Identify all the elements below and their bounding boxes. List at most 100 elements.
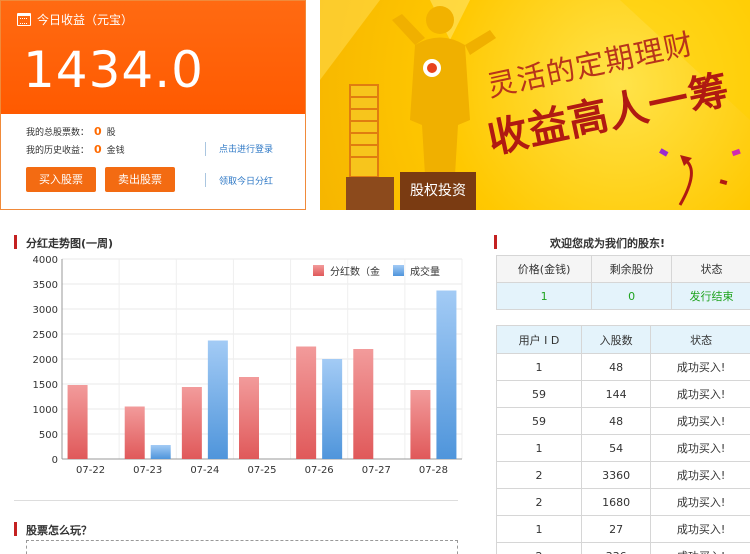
- table-row: 2336成功买入!: [496, 542, 750, 554]
- bar-dividend: [181, 387, 202, 459]
- issue-price: 1: [495, 282, 593, 310]
- legend-label: 成交量: [410, 265, 440, 278]
- earnings-value: 1434.0: [23, 41, 204, 99]
- y-tick-label: 1000: [33, 405, 58, 416]
- y-tick-label: 4000: [33, 255, 58, 266]
- table-row: 59 48 成功买入!: [496, 407, 750, 435]
- status-cell: 成功买入!: [650, 515, 750, 543]
- shares-cell: 3360: [580, 461, 652, 489]
- bar-volume: [207, 340, 228, 459]
- sell-stock-button[interactable]: 卖出股票: [105, 167, 175, 192]
- user-id-cell: 2: [496, 542, 582, 554]
- trade-table: 用户 I D 入股数 状态 1 48 成功买入! 59 144 成功买入! 59 48 成功…: [496, 325, 750, 554]
- earnings-card: 今日收益（元宝） 1434.0 我的总股票数： 0 股 我的历史收益： 0 金钱 点击进…: [0, 0, 306, 210]
- status-cell: 成功买入!: [650, 542, 750, 554]
- history-label: 我的历史收益：: [26, 146, 90, 156]
- shares-cell: 54: [580, 434, 652, 462]
- welcome-section-title: 欢迎您成为我们的股东!: [494, 235, 665, 251]
- user-id-cell: 1: [496, 434, 582, 462]
- table-row: 1 48 成功买入!: [496, 353, 750, 381]
- shares-cell: 1680: [580, 488, 652, 516]
- x-tick-label: 07-27: [362, 465, 391, 476]
- bar-volume: [322, 359, 343, 459]
- x-tick-label: 07-26: [305, 465, 334, 476]
- history-earnings-line: 我的历史收益： 0 金钱: [26, 143, 125, 156]
- legend-label: 分红数（金: [330, 265, 380, 278]
- bar-volume: [150, 445, 171, 459]
- status-cell: 成功买入!: [650, 380, 750, 408]
- x-tick-label: 07-24: [190, 465, 219, 476]
- bar-dividend: [67, 385, 88, 459]
- how-to-section-title: 股票怎么玩？: [14, 522, 92, 538]
- issue-header-price: 价格(金钱): [495, 255, 593, 283]
- legend-swatch: [393, 265, 404, 276]
- divider-line: [205, 173, 206, 187]
- status-cell: 成功买入!: [650, 407, 750, 435]
- trade-header-user-id: 用户 I D: [496, 325, 582, 354]
- x-tick-label: 07-23: [133, 465, 162, 476]
- total-shares-label: 我的总股票数：: [26, 128, 90, 138]
- status-cell: 成功买入!: [650, 488, 750, 516]
- banner-tag: 股权投资: [400, 172, 476, 210]
- issue-table: 价格(金钱) 剩余股份 状态 1 0 发行结束: [495, 255, 750, 310]
- earnings-title: 今日收益（元宝）: [17, 11, 133, 28]
- bar-dividend: [353, 349, 374, 459]
- bar-dividend: [124, 406, 145, 459]
- table-row: 2 1680 成功买入!: [496, 488, 750, 516]
- earnings-header: 今日收益（元宝） 1434.0: [1, 1, 305, 114]
- x-tick-label: 07-22: [76, 465, 105, 476]
- y-tick-label: 1500: [33, 380, 58, 391]
- user-id-cell: 2: [496, 488, 582, 516]
- buy-stock-button[interactable]: 买入股票: [26, 167, 96, 192]
- y-tick-label: 2500: [33, 330, 58, 341]
- total-shares-value: 0: [94, 125, 102, 138]
- x-tick-label: 07-25: [247, 465, 276, 476]
- y-tick-label: 3000: [33, 305, 58, 316]
- issue-header-remaining: 剩余股份: [591, 255, 673, 283]
- chart-section-title: 分红走势图(一周): [14, 235, 113, 251]
- how-to-content-box: [26, 540, 458, 554]
- issue-remaining: 0: [591, 282, 673, 310]
- total-shares-line: 我的总股票数： 0 股: [26, 125, 116, 138]
- table-row: 1 54 成功买入!: [496, 434, 750, 462]
- dividend-chart: 0 500 1000 1500 2000 2500 3000 3500 4000 07-22 07-…: [33, 255, 463, 476]
- earnings-title-text: 今日收益（元宝）: [37, 13, 134, 27]
- divider-line: [205, 142, 206, 156]
- table-row: 2 3360 成功买入!: [496, 461, 750, 489]
- status-cell: 成功买入!: [650, 461, 750, 489]
- bar-dividend: [296, 346, 317, 459]
- issue-table-header: 价格(金钱) 剩余股份 状态: [495, 255, 750, 283]
- trade-header-status: 状态: [650, 325, 750, 354]
- x-tick-label: 07-28: [419, 465, 448, 476]
- login-link[interactable]: 点击进行登录: [219, 142, 273, 155]
- bar-volume: [436, 290, 457, 459]
- y-tick-label: 0: [52, 455, 58, 466]
- bar-dividend: [410, 390, 431, 459]
- total-shares-unit: 股: [106, 128, 116, 138]
- claim-dividend-link[interactable]: 领取今日分红: [219, 174, 273, 187]
- y-tick-label: 500: [39, 430, 58, 441]
- history-value: 0: [94, 143, 102, 156]
- section-divider: [14, 500, 458, 501]
- user-id-cell: 1: [496, 515, 582, 543]
- calendar-icon: [17, 13, 31, 26]
- status-cell: 成功买入!: [650, 353, 750, 381]
- bar-dividend: [239, 377, 259, 459]
- issue-table-row: 1 0 发行结束: [495, 282, 750, 310]
- shares-cell: 48: [580, 353, 652, 381]
- shares-cell: 27: [580, 515, 652, 543]
- user-id-cell: 2: [496, 461, 582, 489]
- shares-cell: 144: [580, 380, 652, 408]
- trade-table-header: 用户 I D 入股数 状态: [496, 325, 750, 354]
- shares-cell: 48: [580, 407, 652, 435]
- banner-tag-block: [346, 177, 394, 210]
- issue-header-status: 状态: [671, 255, 750, 283]
- issue-status: 发行结束: [671, 282, 750, 310]
- status-cell: 成功买入!: [650, 434, 750, 462]
- shares-cell: 336: [580, 542, 652, 554]
- user-id-cell: 59: [496, 380, 582, 408]
- user-id-cell: 59: [496, 407, 582, 435]
- promo-banner[interactable]: 灵活的定期理财 收益高人一筹 股权投资: [320, 0, 750, 210]
- welcome-text: 欢迎您成为我们的股东!: [550, 237, 666, 250]
- table-row: 59 144 成功买入!: [496, 380, 750, 408]
